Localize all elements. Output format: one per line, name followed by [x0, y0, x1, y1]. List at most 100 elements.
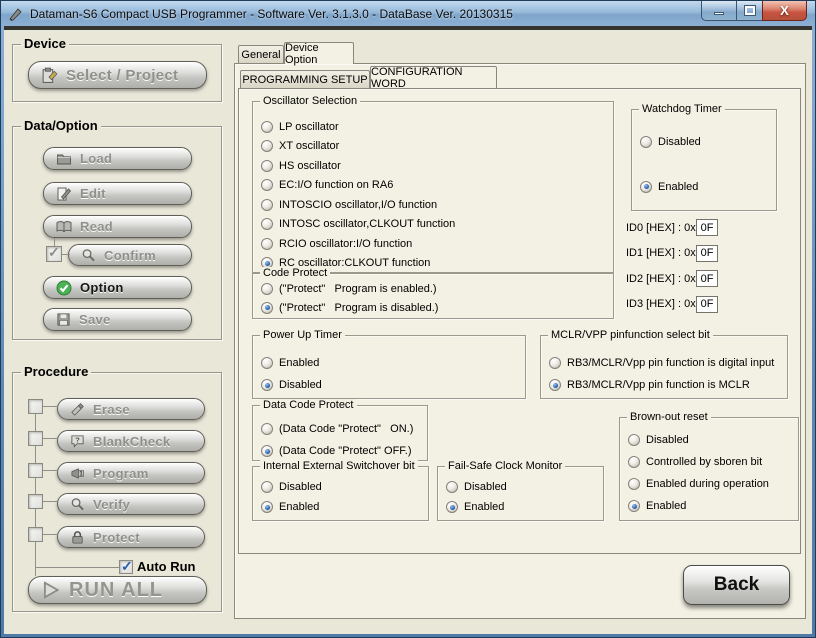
- radio-label: LP oscillator: [279, 121, 339, 133]
- radio-option[interactable]: RCIO oscillator:I/O function: [253, 234, 613, 254]
- group-data-code-protect: Data Code Protect (Data Code "Protect" O…: [252, 405, 428, 461]
- subtab-configuration-word-label: CONFIGURATION WORD: [371, 66, 496, 90]
- maximize-icon: [745, 6, 755, 15]
- group-title: Power Up Timer: [260, 329, 345, 342]
- radio-option[interactable]: XT oscillator: [253, 137, 613, 157]
- radio-label: INTOSC oscillator,CLKOUT function: [279, 218, 455, 230]
- verify-checkbox[interactable]: [28, 494, 43, 509]
- floppy-disk-icon: [56, 312, 71, 327]
- green-check-circle-icon: [56, 280, 72, 296]
- id-hex-input[interactable]: [696, 219, 718, 236]
- connector-line: [43, 438, 57, 439]
- radio-option[interactable]: RB3/MCLR/Vpp pin function is digital inp…: [541, 352, 787, 374]
- radio-option[interactable]: Controlled by sboren bit: [620, 451, 798, 473]
- radio-icon: [446, 501, 458, 513]
- radio-icon: [261, 302, 273, 314]
- radio-option[interactable]: Enabled: [620, 495, 798, 517]
- radio-option[interactable]: INTOSC oscillator,CLKOUT function: [253, 215, 613, 235]
- radio-icon: [628, 456, 640, 468]
- title-bar[interactable]: Dataman-S6 Compact USB Programmer - Soft…: [1, 1, 815, 26]
- radio-option[interactable]: Disabled: [253, 477, 428, 497]
- protect-checkbox[interactable]: [28, 527, 43, 542]
- program-label: Program: [93, 466, 149, 481]
- confirm-label: Confirm: [104, 248, 156, 263]
- back-button[interactable]: Back: [683, 565, 790, 605]
- connector-line: [43, 501, 57, 502]
- group-title: Data Code Protect: [260, 399, 357, 412]
- id-hex-input[interactable]: [696, 270, 718, 287]
- verify-button[interactable]: Verify: [57, 493, 205, 515]
- erase-label: Erase: [93, 402, 130, 417]
- device-group-title: Device: [21, 36, 69, 51]
- edit-button[interactable]: Edit: [43, 182, 192, 205]
- radio-icon: [261, 218, 273, 230]
- minimize-icon: [714, 12, 724, 15]
- open-book-icon: [56, 219, 72, 235]
- radio-option[interactable]: Enabled: [632, 164, 776, 209]
- radio-option[interactable]: Disabled: [632, 119, 776, 164]
- radio-option[interactable]: RB3/MCLR/Vpp pin function is MCLR: [541, 374, 787, 396]
- radio-option[interactable]: LP oscillator: [253, 117, 613, 137]
- select-project-button[interactable]: Select / Project: [28, 61, 207, 89]
- radio-icon: [261, 199, 273, 211]
- radio-option[interactable]: ("Protect" Program is enabled.): [253, 279, 613, 298]
- radio-label: Disabled: [464, 481, 507, 493]
- radio-option[interactable]: EC:I/O function on RA6: [253, 176, 613, 196]
- tab-general[interactable]: General: [238, 45, 284, 64]
- id-label: ID3 [HEX] : 0x: [626, 298, 696, 310]
- radio-option[interactable]: Enabled: [253, 352, 525, 374]
- tab-general-label: General: [241, 49, 280, 61]
- erase-button[interactable]: Erase: [57, 398, 205, 420]
- blankcheck-checkbox[interactable]: [28, 431, 43, 446]
- confirm-checkbox[interactable]: [46, 246, 62, 262]
- save-button[interactable]: Save: [43, 308, 192, 331]
- program-button[interactable]: 1 Program: [57, 462, 205, 484]
- tab-device-option[interactable]: Device Option: [284, 42, 354, 64]
- blankcheck-button[interactable]: ? BlankCheck: [57, 430, 205, 452]
- radio-label: Enabled: [464, 501, 504, 513]
- radio-option[interactable]: INTOSCIO oscillator,I/O function: [253, 195, 613, 215]
- maximize-button[interactable]: [736, 1, 763, 21]
- radio-icon: [261, 160, 273, 172]
- radio-icon: [261, 379, 273, 391]
- run-all-button[interactable]: RUN ALL: [28, 576, 207, 604]
- radio-icon: [261, 121, 273, 133]
- radio-option[interactable]: ("Protect" Program is disabled.): [253, 298, 613, 317]
- radio-option[interactable]: Disabled: [620, 429, 798, 451]
- radio-option[interactable]: Enabled: [438, 497, 603, 517]
- app-pen-icon: [8, 6, 24, 22]
- radio-option[interactable]: HS oscillator: [253, 156, 613, 176]
- confirm-button[interactable]: Confirm: [68, 244, 192, 266]
- radio-icon: [261, 501, 273, 513]
- radio-option[interactable]: (Data Code "Protect" ON.): [253, 418, 427, 440]
- program-checkbox[interactable]: [28, 463, 43, 478]
- id-hex-input[interactable]: [696, 296, 718, 313]
- radio-label: Disabled: [279, 481, 322, 493]
- protect-button[interactable]: Protect: [57, 526, 205, 548]
- group-mclr-vpp: MCLR/VPP pinfunction select bit RB3/MCLR…: [540, 335, 788, 399]
- id-hex-input[interactable]: [696, 245, 718, 262]
- id-label: ID2 [HEX] : 0x: [626, 273, 696, 285]
- radio-option[interactable]: Disabled: [253, 374, 525, 396]
- verify-label: Verify: [93, 497, 130, 512]
- radio-label: RB3/MCLR/Vpp pin function is MCLR: [567, 379, 750, 391]
- group-power-up-timer: Power Up Timer EnabledDisabled: [252, 335, 526, 399]
- group-title: Code Protect: [260, 267, 330, 280]
- minimize-button[interactable]: [701, 1, 737, 21]
- radio-icon: [261, 481, 273, 493]
- load-button[interactable]: Load: [43, 147, 192, 170]
- auto-run-checkbox[interactable]: [119, 560, 133, 574]
- radio-option[interactable]: Disabled: [438, 477, 603, 497]
- read-button[interactable]: Read: [43, 215, 192, 238]
- radio-option[interactable]: Enabled during operation: [620, 473, 798, 495]
- close-button[interactable]: X: [762, 1, 807, 21]
- radio-option[interactable]: Enabled: [253, 497, 428, 517]
- subtab-configuration-word[interactable]: CONFIGURATION WORD: [370, 66, 497, 88]
- erase-checkbox[interactable]: [28, 399, 43, 414]
- radio-option[interactable]: (Data Code "Protect" OFF.): [253, 440, 427, 462]
- option-button[interactable]: Option: [43, 276, 192, 299]
- magnifier-icon: [70, 497, 85, 512]
- id-label: ID0 [HEX] : 0x: [626, 222, 696, 234]
- subtab-programming-setup[interactable]: PROGRAMMING SETUP: [240, 70, 370, 89]
- connector-line: [43, 534, 57, 535]
